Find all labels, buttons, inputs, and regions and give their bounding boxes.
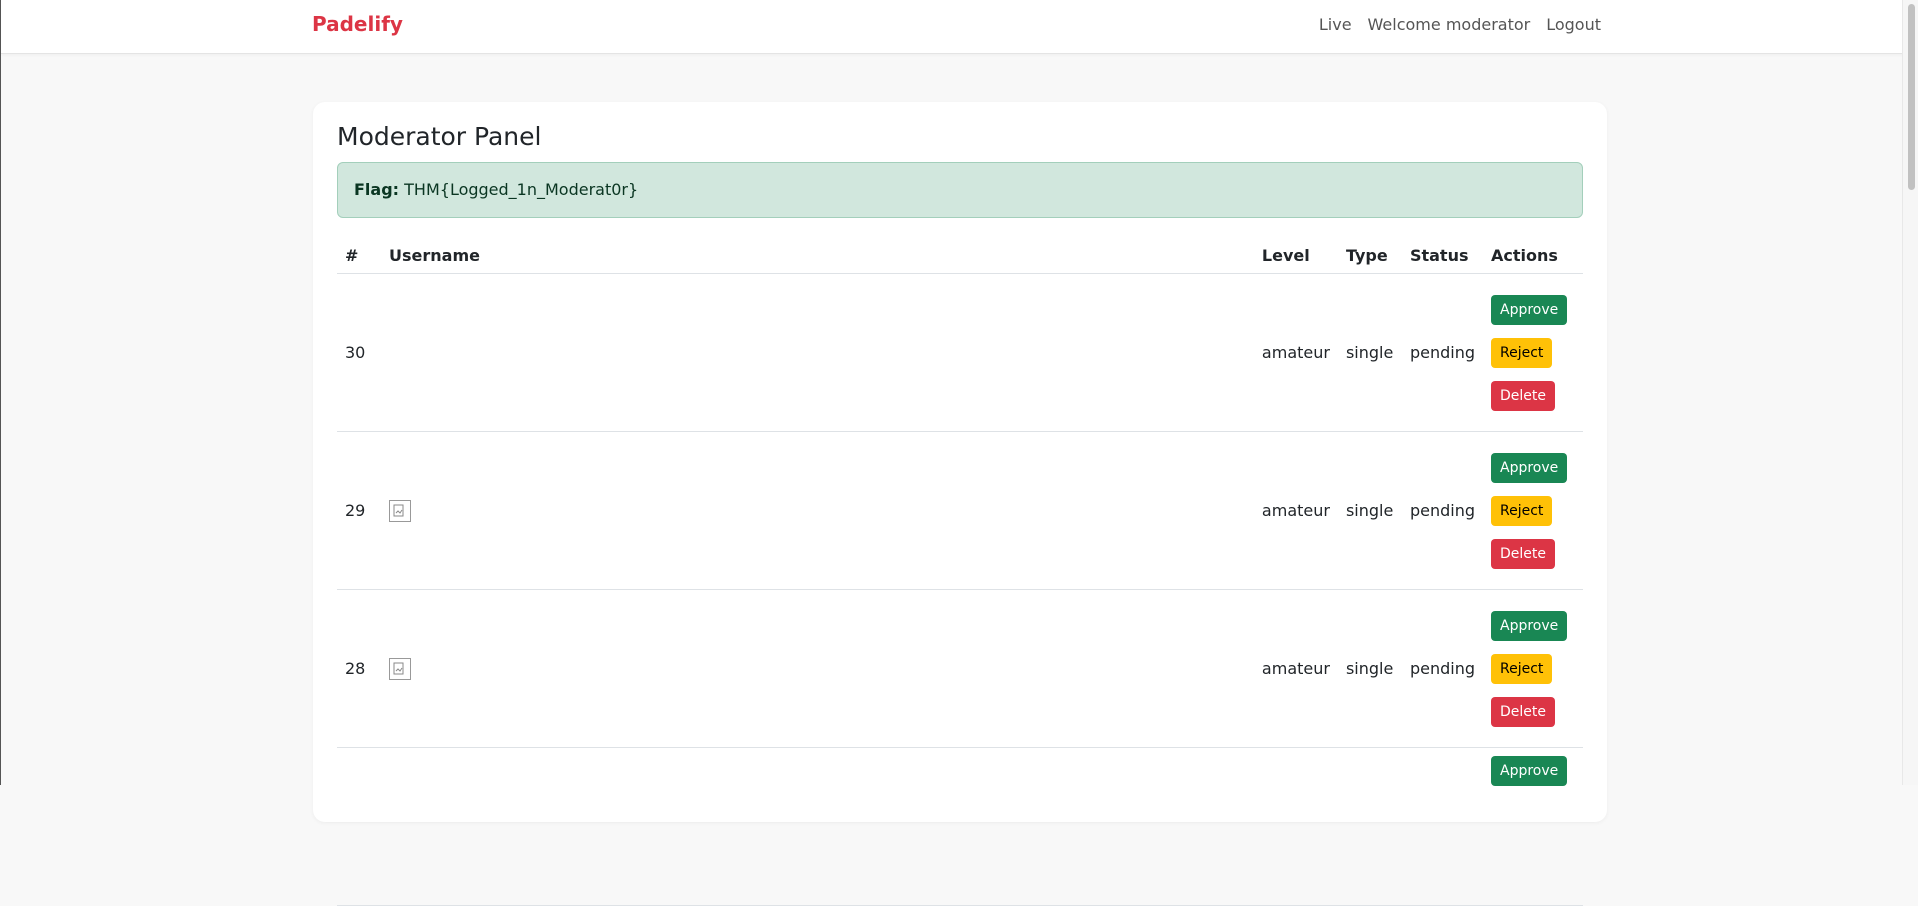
moderator-panel-card: Moderator Panel Flag: THM{Logged_1n_Mode…	[313, 102, 1607, 906]
nav-link-welcome[interactable]: Welcome moderator	[1368, 15, 1531, 34]
flag-value: THM{Logged_1n_Moderat0r}	[404, 180, 639, 199]
nav-link-live[interactable]: Live	[1319, 15, 1352, 34]
row-id: 28	[337, 589, 381, 748]
broken-image-icon	[389, 499, 411, 522]
approve-button[interactable]: Approve	[1491, 610, 1568, 641]
reject-button[interactable]: Reject	[1491, 337, 1553, 368]
row-actions: Approve Reject Delete	[1483, 273, 1583, 432]
row-status: pending	[1401, 589, 1483, 748]
reject-button[interactable]: Reject	[1491, 653, 1553, 684]
header-id: #	[337, 237, 381, 274]
row-status: pending	[1401, 431, 1483, 590]
row-level	[1253, 747, 1338, 906]
nav-links: Live Welcome moderator Logout	[1319, 15, 1601, 34]
delete-button[interactable]: Delete	[1491, 380, 1555, 411]
page-title: Moderator Panel	[337, 122, 542, 151]
row-id: 30	[337, 273, 381, 432]
row-username	[381, 431, 1254, 590]
header-status: Status	[1401, 237, 1483, 274]
row-id: 29	[337, 431, 381, 590]
row-actions: Approve Reject Delete	[1483, 431, 1583, 590]
nav-link-logout[interactable]: Logout	[1546, 15, 1601, 34]
row-username	[381, 589, 1254, 748]
row-status	[1401, 747, 1483, 906]
flag-label: Flag:	[354, 180, 400, 199]
row-type: single	[1337, 589, 1402, 748]
row-level: amateur	[1253, 431, 1338, 590]
row-actions: Approve Reject Delete	[1483, 589, 1583, 748]
table-row: 28 amateur single pending Approve Reject…	[337, 589, 1583, 748]
row-type: single	[1337, 273, 1402, 432]
delete-button[interactable]: Delete	[1491, 538, 1555, 569]
reject-button[interactable]: Reject	[1491, 495, 1553, 526]
header-type: Type	[1337, 237, 1402, 274]
approve-button[interactable]: Approve	[1491, 756, 1568, 786]
table-row: Approve	[337, 747, 1583, 906]
row-level: amateur	[1253, 589, 1338, 748]
broken-image-icon	[389, 657, 411, 680]
table-row: 30 amateur single pending Approve Reject…	[337, 273, 1583, 432]
users-table: # Username Level Type Status Actions 30 …	[337, 237, 1583, 906]
table-header-row: # Username Level Type Status Actions	[337, 237, 1583, 274]
approve-button[interactable]: Approve	[1491, 452, 1568, 483]
delete-button[interactable]: Delete	[1491, 696, 1555, 727]
table-row: 29 amateur single pending Approve Reject…	[337, 431, 1583, 590]
row-type	[1337, 747, 1402, 906]
brand-logo-link[interactable]: Padelify	[312, 12, 403, 36]
row-username	[381, 747, 1254, 906]
approve-button[interactable]: Approve	[1491, 294, 1568, 325]
top-navbar: Padelify Live Welcome moderator Logout	[1, 0, 1914, 54]
row-level: amateur	[1253, 273, 1338, 432]
row-type: single	[1337, 431, 1402, 590]
page-scrollbar[interactable]	[1902, 0, 1918, 785]
scrollbar-thumb[interactable]	[1908, 4, 1915, 190]
header-actions: Actions	[1483, 237, 1583, 274]
row-id	[337, 747, 381, 906]
header-level: Level	[1253, 237, 1338, 274]
header-username: Username	[381, 237, 1254, 274]
flag-alert: Flag: THM{Logged_1n_Moderat0r}	[337, 162, 1583, 218]
row-actions: Approve	[1483, 747, 1583, 906]
row-username	[381, 273, 1254, 432]
row-status: pending	[1401, 273, 1483, 432]
